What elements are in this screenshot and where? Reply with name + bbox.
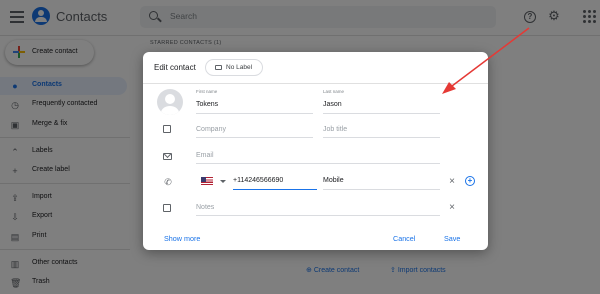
phone-field[interactable]: +114246566690 <box>233 172 317 190</box>
first-name-label: First name <box>196 89 218 94</box>
show-more-button[interactable]: Show more <box>164 234 200 243</box>
no-label-chip-label: No Label <box>226 64 253 71</box>
job-title-placeholder: Job title <box>323 126 348 133</box>
dialog-divider <box>143 83 488 84</box>
chevron-down-icon[interactable] <box>220 180 226 183</box>
company-placeholder: Company <box>196 126 226 133</box>
close-icon[interactable]: × <box>448 177 456 187</box>
close-icon[interactable]: × <box>448 203 456 213</box>
dialog-title: Edit contact <box>154 63 196 72</box>
edit-contact-dialog: Edit contact No Label First name Tokens … <box>143 52 488 250</box>
note-icon <box>163 204 171 212</box>
no-label-chip[interactable]: No Label <box>205 59 263 76</box>
first-name-value: Tokens <box>196 101 219 108</box>
company-field[interactable]: Company <box>196 120 313 138</box>
save-button[interactable]: Save <box>444 234 460 243</box>
phone-value: +114246566690 <box>233 177 284 184</box>
cancel-button[interactable]: Cancel <box>393 234 415 243</box>
email-placeholder: Email <box>196 152 214 159</box>
notes-field[interactable]: Notes <box>196 198 440 216</box>
add-circle-icon[interactable]: + <box>465 176 475 186</box>
country-flag-icon[interactable] <box>201 177 213 185</box>
phone-icon: ✆ <box>164 177 172 187</box>
mail-icon <box>163 153 172 160</box>
phone-type-value: Mobile <box>323 177 344 184</box>
avatar[interactable] <box>157 89 183 115</box>
notes-placeholder: Notes <box>196 204 215 211</box>
last-name-value: Jason <box>323 101 342 108</box>
phone-type-field[interactable]: Mobile <box>323 172 440 190</box>
building-icon <box>163 125 171 133</box>
last-name-label: Last name <box>323 89 345 94</box>
first-name-field[interactable]: First name Tokens <box>196 89 313 114</box>
label-icon <box>215 65 222 70</box>
last-name-field[interactable]: Last name Jason <box>323 89 440 114</box>
job-title-field[interactable]: Job title <box>323 120 440 138</box>
email-field[interactable]: Email <box>196 146 440 164</box>
